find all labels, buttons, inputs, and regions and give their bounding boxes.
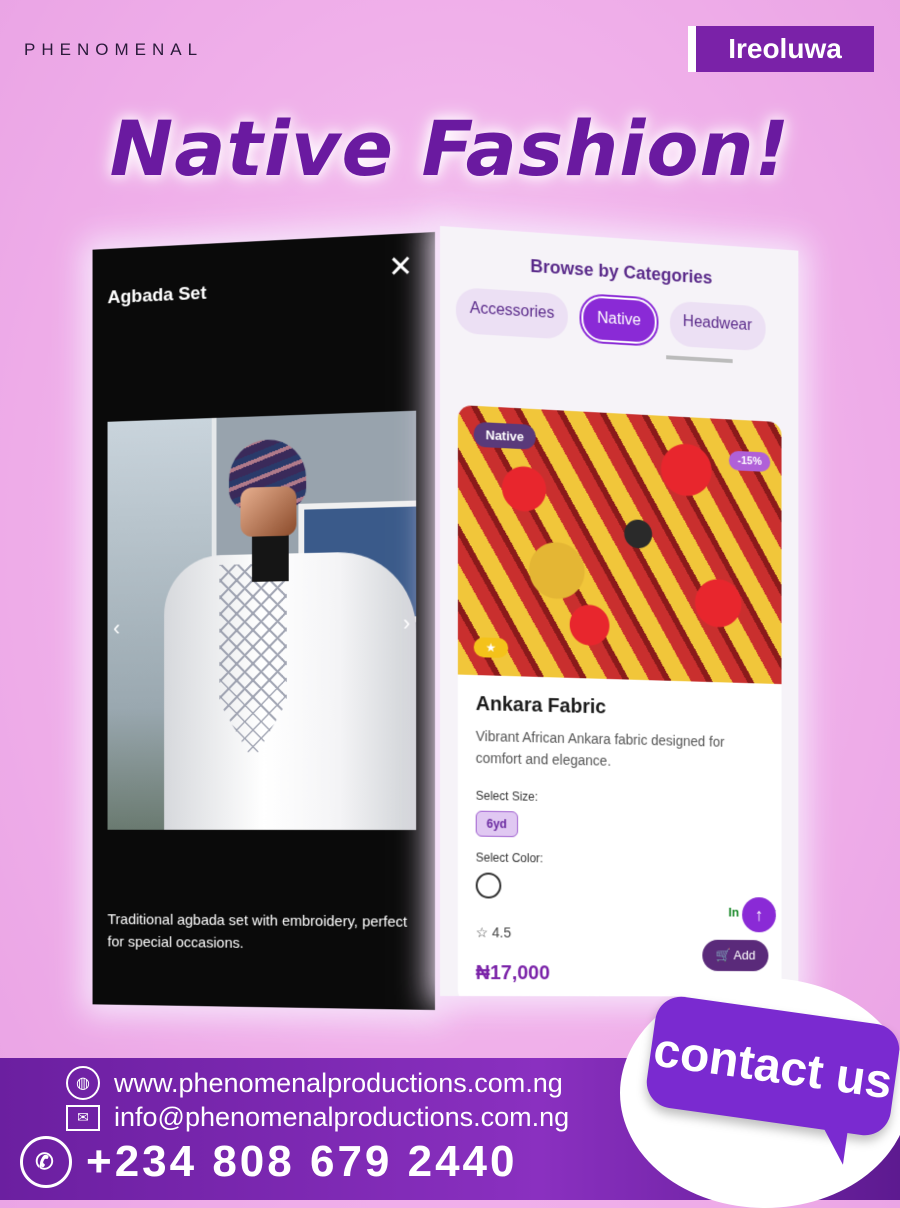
whatsapp-icon: ✆ (20, 1136, 72, 1188)
product-viewer-panel: Agbada Set ✕ ‹ › Traditional agbada set … (92, 232, 435, 1010)
shop-panel: Browse by Categories Accessories Native … (440, 226, 799, 997)
product-description: Vibrant African Ankara fabric designed f… (475, 727, 725, 770)
star-outline-icon: ☆ (475, 924, 489, 941)
chevron-left-icon[interactable]: ‹ (113, 616, 120, 641)
chevron-right-icon[interactable]: › (403, 610, 410, 636)
email-row[interactable]: ✉ info@phenomenalproductions.com.ng (66, 1102, 569, 1133)
size-label: Select Size: (475, 788, 538, 804)
color-swatch[interactable] (475, 872, 502, 899)
phone-row[interactable]: ✆ +234 808 679 2440 (20, 1136, 518, 1188)
viewer-title: Agbada Set (107, 282, 207, 309)
product-price: ₦17,000 (475, 962, 550, 985)
close-icon[interactable]: ✕ (388, 249, 413, 285)
discount-badge: -15% (729, 450, 771, 473)
tabs-scrollbar[interactable] (666, 355, 733, 364)
add-to-cart-button[interactable]: 🛒 Add (702, 939, 769, 972)
tab-native[interactable]: Native (581, 295, 657, 345)
categories-heading: Browse by Categories (530, 256, 713, 288)
star-icon: ★ (473, 637, 508, 659)
phone-number[interactable]: +234 808 679 2440 (86, 1137, 518, 1187)
color-label: Select Color: (475, 850, 544, 866)
website-link[interactable]: www.phenomenalproductions.com.ng (114, 1068, 563, 1099)
size-option-button[interactable]: 6yd (475, 810, 518, 838)
category-badge: Native (473, 421, 536, 450)
rating-value: 4.5 (491, 924, 512, 941)
product-card: Native -15% ★ Ankara Fabric Vibrant Afri… (457, 404, 782, 997)
category-tabs: Accessories Native Headwear (455, 287, 766, 352)
add-label: Add (733, 947, 756, 963)
headline: Native Fashion! (109, 104, 791, 193)
scroll-top-button[interactable]: ↑ (742, 897, 776, 933)
product-photo: ‹ › (107, 410, 417, 830)
product-name: Ankara Fabric (475, 693, 607, 719)
tab-accessories[interactable]: Accessories (455, 287, 569, 340)
brand-logo: PHENOMENAL (24, 40, 204, 59)
email-link[interactable]: info@phenomenalproductions.com.ng (114, 1102, 569, 1133)
rating: ☆ 4.5 (476, 924, 511, 941)
cart-icon: 🛒 (715, 947, 731, 963)
tab-headwear[interactable]: Headwear (669, 300, 766, 352)
envelope-icon: ✉ (66, 1104, 100, 1131)
globe-icon: ◍ (66, 1066, 100, 1100)
website-row[interactable]: ◍ www.phenomenalproductions.com.ng (66, 1066, 563, 1100)
author-badge: Ireoluwa (688, 26, 874, 72)
viewer-description: Traditional agbada set with embroidery, … (107, 911, 408, 952)
